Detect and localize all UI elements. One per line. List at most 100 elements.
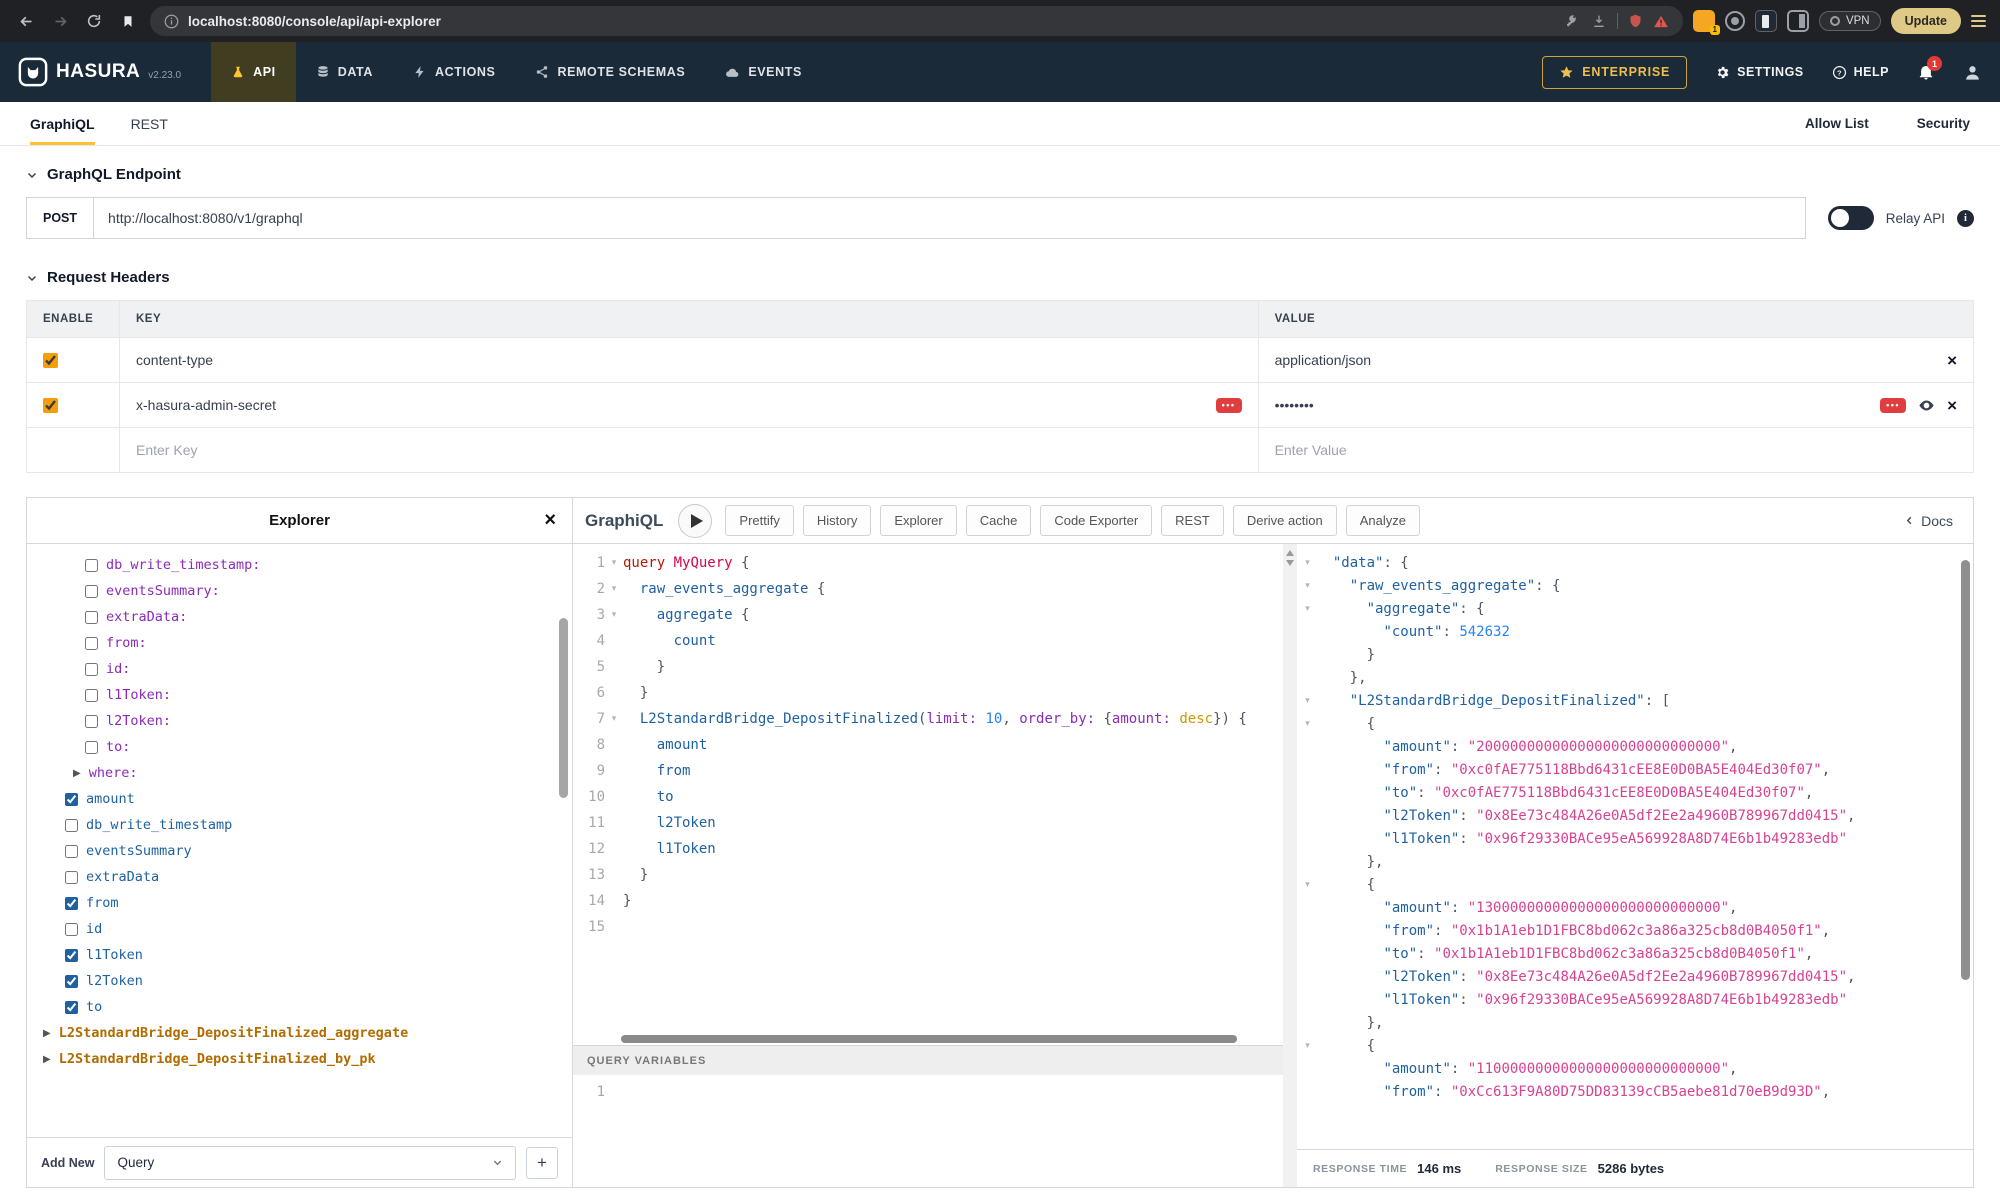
close-icon[interactable]: × — [544, 509, 556, 532]
query-variables-header[interactable]: QUERY VARIABLES — [573, 1045, 1283, 1075]
new-header-key-input[interactable] — [136, 442, 1242, 458]
fold-arrow-icon[interactable]: ▾ — [605, 602, 623, 628]
field-checkbox[interactable] — [65, 793, 78, 806]
tab-graphiql[interactable]: GraphiQL — [30, 102, 95, 145]
field-checkbox[interactable] — [65, 975, 78, 988]
fold-arrow-icon[interactable]: ▾ — [605, 576, 623, 602]
explorer-field-item[interactable]: to — [27, 994, 572, 1020]
extension-icon-3[interactable] — [1755, 10, 1777, 32]
arg-checkbox[interactable] — [85, 637, 98, 650]
new-header-value-input[interactable] — [1275, 442, 1957, 458]
response-scrollbar[interactable] — [1961, 560, 1970, 980]
query-code[interactable]: 1▾query MyQuery {2▾ raw_events_aggregate… — [573, 544, 1283, 1033]
browser-menu-icon[interactable] — [1971, 15, 1986, 27]
share-save-icon[interactable] — [1591, 13, 1607, 29]
add-new-type-select[interactable]: Query — [104, 1146, 516, 1180]
reload-icon[interactable] — [82, 9, 106, 33]
arg-checkbox[interactable] — [85, 715, 98, 728]
link-allow-list[interactable]: Allow List — [1805, 116, 1869, 131]
field-checkbox[interactable] — [65, 1001, 78, 1014]
browser-update-button[interactable]: Update — [1891, 8, 1961, 34]
header-enabled-checkbox[interactable] — [43, 353, 58, 368]
fold-arrow-icon[interactable]: ▾ — [1299, 690, 1316, 713]
arg-checkbox[interactable] — [85, 559, 98, 572]
brand[interactable]: HASURA v2.23.0 — [18, 57, 181, 87]
bookmark-icon[interactable] — [116, 9, 140, 33]
extension-icon-2[interactable] — [1725, 11, 1745, 31]
execute-query-button[interactable] — [678, 504, 712, 538]
site-info-icon[interactable] — [164, 14, 179, 29]
arg-checkbox[interactable] — [85, 689, 98, 702]
explorer-arg-item[interactable]: extraData: — [27, 604, 572, 630]
explorer-arg-item[interactable]: l2Token: — [27, 708, 572, 734]
toolbar-button-prettify[interactable]: Prettify — [725, 505, 793, 536]
link-security[interactable]: Security — [1917, 116, 1970, 131]
toolbar-button-derive-action[interactable]: Derive action — [1233, 505, 1337, 536]
toolbar-button-code-exporter[interactable]: Code Exporter — [1040, 505, 1152, 536]
header-enabled-checkbox[interactable] — [43, 398, 58, 413]
explorer-field-item[interactable]: from — [27, 890, 572, 916]
caret-right-icon[interactable]: ▶ — [43, 1054, 51, 1065]
fold-arrow-icon[interactable]: ▾ — [605, 550, 623, 576]
vpn-badge[interactable]: VPN — [1819, 11, 1881, 31]
arg-checkbox[interactable] — [85, 585, 98, 598]
explorer-arg-item[interactable]: id: — [27, 656, 572, 682]
query-variables-editor[interactable]: 1 — [573, 1075, 1283, 1187]
nav-item-events[interactable]: EVENTS — [705, 42, 822, 102]
secret-dots-badge[interactable]: ••• — [1216, 398, 1242, 413]
nav-item-remote-schemas[interactable]: REMOTE SCHEMAS — [515, 42, 705, 102]
endpoint-section-header[interactable]: GraphQL Endpoint — [26, 166, 1974, 183]
explorer-arg-item[interactable]: to: — [27, 734, 572, 760]
back-icon[interactable] — [14, 9, 38, 33]
headers-section-header[interactable]: Request Headers — [26, 269, 1974, 286]
remove-header-icon[interactable]: × — [1947, 352, 1957, 369]
field-checkbox[interactable] — [65, 845, 78, 858]
arg-checkbox[interactable] — [85, 741, 98, 754]
warning-triangle-icon[interactable] — [1653, 14, 1669, 29]
info-icon[interactable]: i — [1957, 210, 1974, 227]
explorer-field-item[interactable]: db_write_timestamp — [27, 812, 572, 838]
explorer-arg-item[interactable]: from: — [27, 630, 572, 656]
toolbar-button-rest[interactable]: REST — [1161, 505, 1224, 536]
fold-arrow-icon[interactable]: ▾ — [1299, 552, 1316, 575]
toolbar-button-analyze[interactable]: Analyze — [1346, 505, 1420, 536]
toolbar-button-history[interactable]: History — [803, 505, 871, 536]
explorer-arg-item[interactable]: db_write_timestamp: — [27, 552, 572, 578]
remove-header-icon[interactable]: × — [1947, 397, 1957, 414]
forward-icon[interactable] — [48, 9, 72, 33]
enterprise-button[interactable]: ENTERPRISE — [1542, 56, 1687, 89]
extension-icon-4[interactable] — [1787, 10, 1809, 32]
graphql-endpoint-input[interactable] — [93, 197, 1806, 239]
fold-arrow-icon[interactable]: ▾ — [1299, 598, 1316, 621]
fold-arrow-icon[interactable]: ▾ — [1299, 1035, 1316, 1058]
arg-checkbox[interactable] — [85, 611, 98, 624]
shield-icon[interactable] — [1628, 13, 1643, 29]
nav-item-actions[interactable]: ACTIONS — [393, 42, 515, 102]
settings-button[interactable]: SETTINGS — [1715, 65, 1804, 80]
add-new-button[interactable]: + — [526, 1147, 558, 1179]
explorer-arg-item[interactable]: l1Token: — [27, 682, 572, 708]
tab-rest[interactable]: REST — [131, 102, 168, 145]
explorer-field-item[interactable]: l1Token — [27, 942, 572, 968]
explorer-scrollbar[interactable] — [559, 618, 568, 798]
relay-api-toggle[interactable] — [1828, 206, 1874, 230]
field-checkbox[interactable] — [65, 819, 78, 832]
help-button[interactable]: ? HELP — [1832, 65, 1889, 80]
secret-dots-badge[interactable]: ••• — [1880, 398, 1906, 413]
field-checkbox[interactable] — [65, 871, 78, 884]
password-key-icon[interactable] — [1565, 13, 1581, 29]
explorer-field-item[interactable]: eventsSummary — [27, 838, 572, 864]
explorer-root-item[interactable]: ▶L2StandardBridge_DepositFinalized_aggre… — [27, 1020, 572, 1046]
toolbar-button-cache[interactable]: Cache — [966, 505, 1032, 536]
hscrollbar-thumb[interactable] — [621, 1035, 1237, 1043]
field-checkbox[interactable] — [65, 949, 78, 962]
caret-right-icon[interactable]: ▶ — [43, 1028, 51, 1039]
caret-right-icon[interactable]: ▶ — [73, 768, 81, 779]
nav-item-data[interactable]: DATA — [296, 42, 393, 102]
explorer-field-item[interactable]: l2Token — [27, 968, 572, 994]
explorer-field-item[interactable]: extraData — [27, 864, 572, 890]
explorer-arg-item[interactable]: ▶where: — [27, 760, 572, 786]
arg-checkbox[interactable] — [85, 663, 98, 676]
pane-divider[interactable] — [1283, 544, 1297, 1187]
notifications-button[interactable]: 1 — [1917, 63, 1935, 81]
